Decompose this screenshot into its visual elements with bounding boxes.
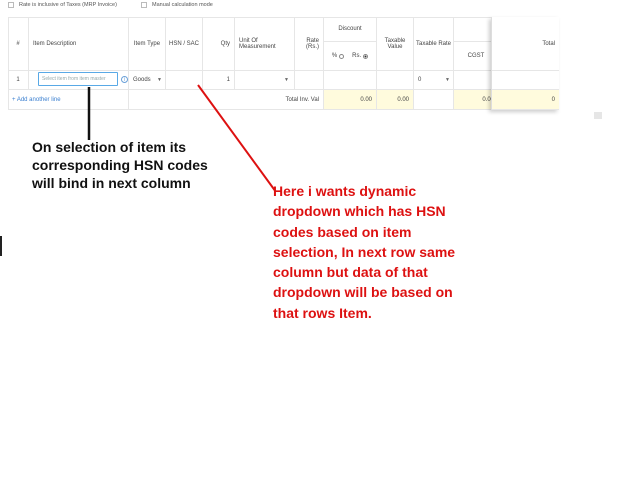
red-annotation-text: Here i wants dynamic dropdown which has … (273, 183, 456, 321)
black-annotation-text: On selection of item its corresponding H… (32, 139, 208, 191)
